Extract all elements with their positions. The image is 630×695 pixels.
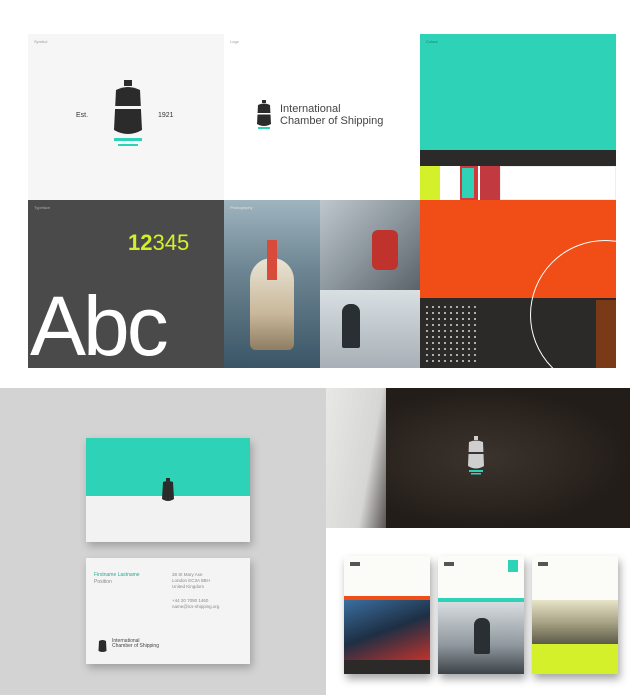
business-card-front <box>86 438 250 542</box>
photo-crew-figure <box>372 230 398 270</box>
numerals-accent: 12 <box>128 230 153 255</box>
booklet-scene <box>326 528 630 695</box>
business-card-name-line1: Firstname Lastname <box>94 572 140 578</box>
icon-right-label: 1921 <box>158 112 174 119</box>
booklet-2 <box>438 556 524 674</box>
typography-numerals: 12345 <box>128 230 189 256</box>
brand-board: Symbol Est. 1921 Logo International Cham… <box>0 0 630 388</box>
business-card-name-line2: Position <box>94 578 112 585</box>
swatch-white-a <box>440 166 460 200</box>
business-card-logo-text: International Chamber of Shipping <box>112 638 159 650</box>
booklet-3-band <box>532 644 618 674</box>
booklet-2-photo <box>438 602 524 674</box>
garment-fabric <box>386 388 630 528</box>
color-panel-tag: Colour <box>426 39 438 44</box>
wordmark-panel-tag: Logo <box>230 39 239 44</box>
photography-panel: Photography <box>224 200 420 368</box>
wordmark-line1: International <box>280 103 341 115</box>
photo-ship: Photography <box>224 200 320 368</box>
photo-sailor <box>320 290 420 368</box>
business-card-contact-line2: name@ics-shipping.org <box>172 603 220 609</box>
swatch-red-b <box>480 166 500 200</box>
business-card-address: 38 St Mary Axe London EC3A 8BH United Ki… <box>172 572 210 590</box>
swatch-dark <box>420 150 616 166</box>
booklet-1-logo <box>350 562 360 566</box>
garment-ship-emblem <box>466 436 486 476</box>
photo-crew <box>320 200 420 290</box>
typography-specimen: Abc <box>30 279 169 368</box>
icon-panel-tag: Symbol <box>34 39 48 44</box>
icon-left-label: Est. <box>76 112 89 119</box>
booklet-2-accent <box>508 560 518 572</box>
numerals-rest: 345 <box>152 230 190 255</box>
pattern-brown <box>596 300 616 368</box>
business-card-scene: Firstname Lastname Position 38 St Mary A… <box>0 388 326 695</box>
booklet-2-figure <box>474 618 490 654</box>
wordmark-panel: Logo International Chamber of Shipping <box>224 34 420 200</box>
swatch-teal <box>420 34 616 150</box>
business-card-address-line3: United Kingdom <box>172 583 205 589</box>
typography-panel-tag: Typeface <box>34 205 51 210</box>
wordmark: International Chamber of Shipping <box>280 103 384 127</box>
photo-ship-mast <box>267 240 277 280</box>
ship-icon <box>106 78 150 148</box>
booklet-3-logo <box>538 562 548 566</box>
photo-sailor-figure <box>342 304 360 348</box>
photography-panel-tag: Photography <box>230 205 253 210</box>
booklet-3 <box>532 556 618 674</box>
booklet-1 <box>344 556 430 674</box>
business-card-ship-icon <box>161 478 175 504</box>
booklet-1-footer <box>344 660 430 674</box>
business-card-name: Firstname Lastname Position <box>94 572 140 585</box>
swatch-lime <box>420 166 440 200</box>
booklet-2-logo <box>444 562 454 566</box>
swatch-white-b <box>500 166 616 200</box>
garment-scene <box>326 388 630 528</box>
swatch-teal-small <box>462 168 474 198</box>
icon-panel: Symbol Est. 1921 <box>28 34 224 200</box>
business-card-address-line2: London EC3A 8BH <box>172 577 210 583</box>
wordmark-line2: Chamber of Shipping <box>280 114 384 127</box>
booklet-3-photo <box>532 600 618 644</box>
typography-panel: Typeface 12345 Abc <box>28 200 224 368</box>
business-card-logo-line2: Chamber of Shipping <box>112 643 159 650</box>
booklet-1-photo <box>344 600 430 660</box>
business-card-contact: +44 20 7090 1460 name@ics-shipping.org <box>172 598 219 610</box>
pattern-panel <box>420 200 616 368</box>
color-panel: Colour <box>420 34 616 200</box>
pattern-dots <box>424 304 480 362</box>
ship-badge-icon <box>256 100 272 130</box>
business-card-logo-icon <box>98 638 107 654</box>
business-card-back: Firstname Lastname Position 38 St Mary A… <box>86 558 250 664</box>
